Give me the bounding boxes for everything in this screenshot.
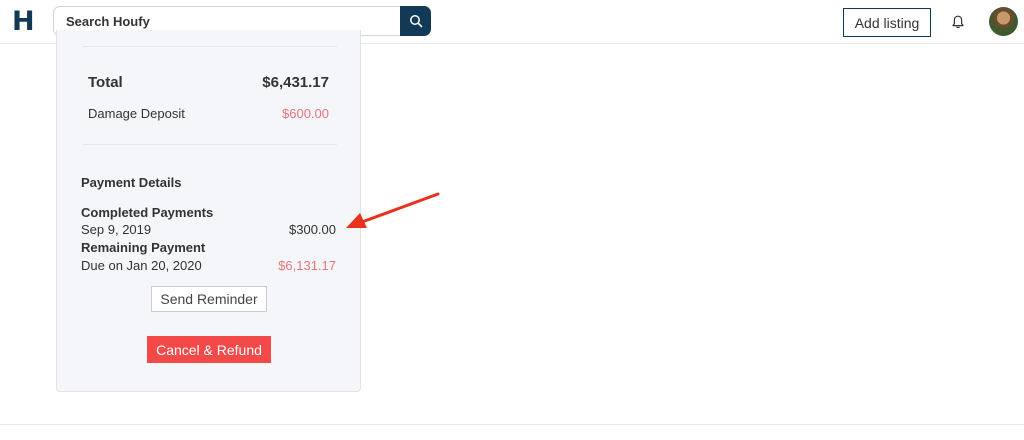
add-listing-button[interactable]: Add listing (843, 8, 931, 37)
remaining-payment-heading: Remaining Payment (81, 240, 206, 255)
user-avatar[interactable] (989, 7, 1018, 36)
footer-divider (0, 424, 1024, 425)
send-reminder-button[interactable]: Send Reminder (151, 286, 267, 312)
payment-details-heading: Payment Details (81, 175, 182, 190)
divider (83, 144, 337, 145)
damage-deposit-value: $600.00 (282, 106, 329, 121)
bell-icon[interactable] (950, 14, 966, 30)
total-label: Total (88, 74, 123, 91)
remaining-payment-amount: $6,131.17 (278, 258, 336, 273)
search-icon (409, 15, 422, 28)
completed-payment-date: Sep 9, 2019 (81, 222, 152, 237)
total-value: $6,431.17 (262, 74, 329, 91)
houfy-logo[interactable]: H (12, 6, 35, 37)
divider (83, 46, 337, 47)
completed-payment-amount: $300.00 (289, 222, 336, 237)
remaining-payment-due-date: Due on Jan 20, 2020 (81, 258, 202, 273)
damage-deposit-label: Damage Deposit (88, 106, 185, 121)
search-button[interactable] (400, 6, 431, 36)
annotation-arrow-icon (346, 192, 440, 228)
booking-summary-card: Total $6,431.17 Damage Deposit $600.00 P… (56, 30, 361, 392)
cancel-refund-button[interactable]: Cancel & Refund (147, 336, 271, 363)
completed-payments-heading: Completed Payments (81, 205, 214, 220)
